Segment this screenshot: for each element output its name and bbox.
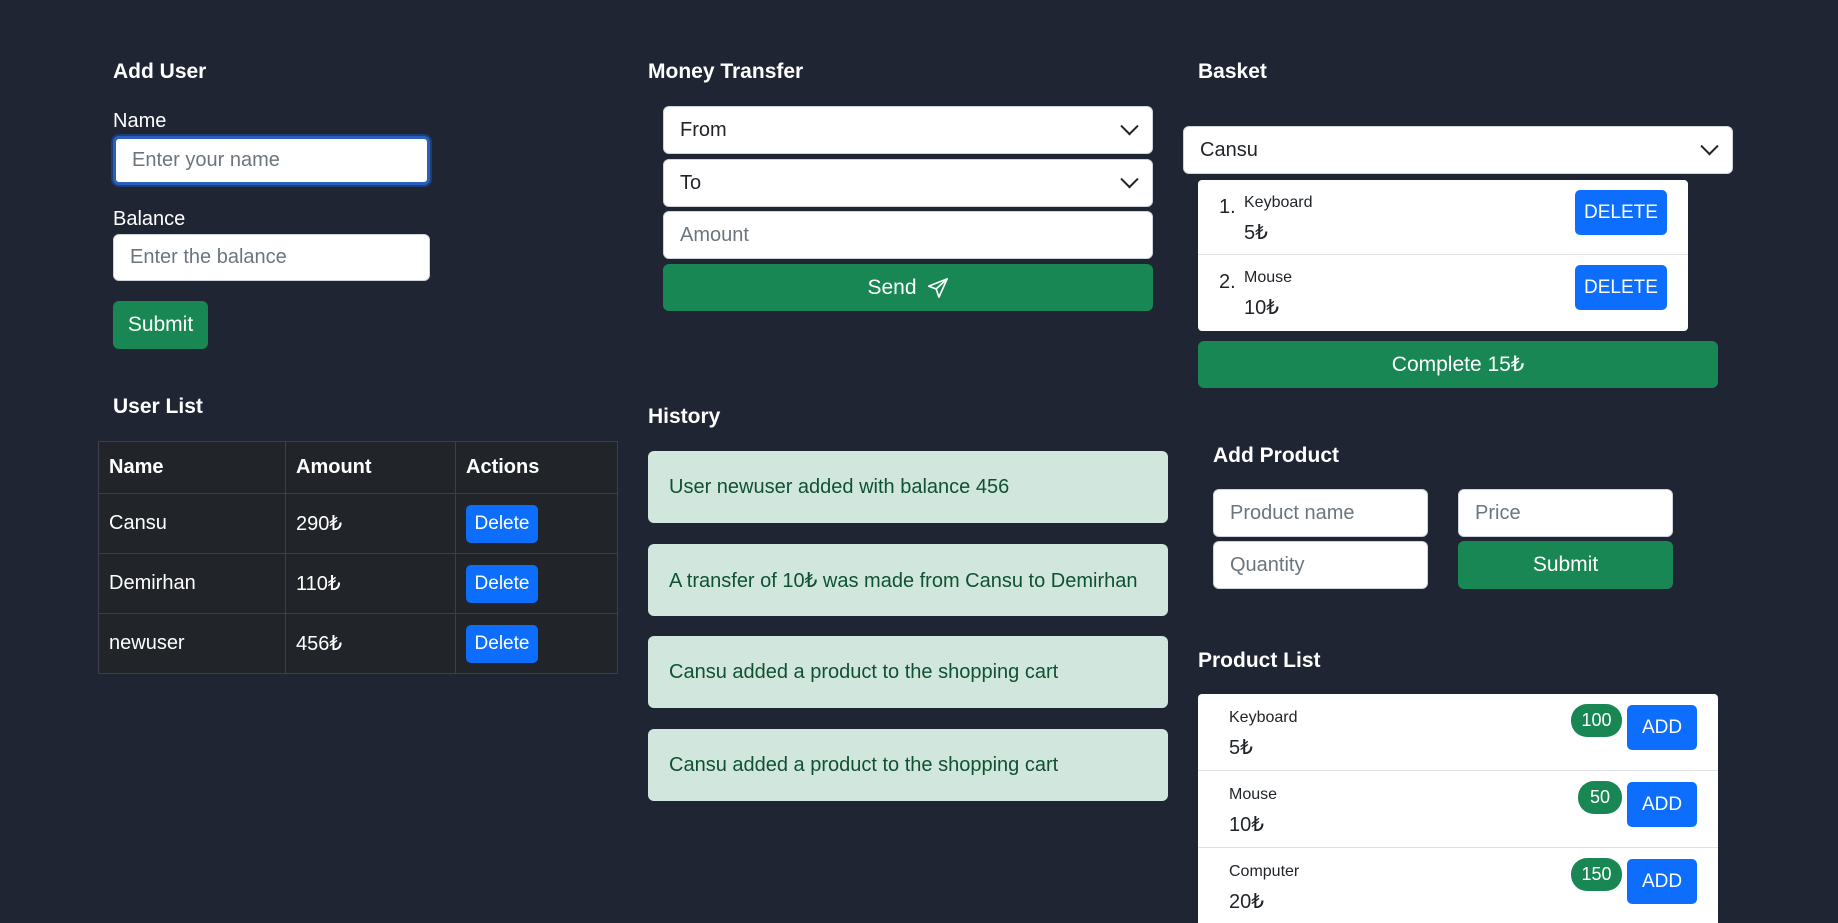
basket-list: 1. Keyboard 5₺ DELETE 2. Mouse 10₺ DELET…: [1198, 180, 1688, 331]
user-list-title: User List: [113, 395, 203, 418]
basket-user-select[interactable]: Cansu: [1183, 126, 1733, 174]
product-price-input[interactable]: Price: [1458, 489, 1673, 537]
table-row: Demirhan 110₺ Delete: [98, 553, 618, 614]
basket-item-name: Mouse: [1244, 269, 1293, 286]
user-name-cell: newuser: [98, 613, 286, 674]
from-select-value: From: [680, 118, 727, 141]
product-price: 10₺: [1229, 814, 1264, 836]
money-transfer-title: Money Transfer: [648, 60, 804, 83]
actions-cell: Delete: [455, 493, 618, 554]
product-name: Keyboard: [1229, 709, 1298, 726]
basket-item-price: 10₺: [1244, 297, 1279, 319]
send-button[interactable]: Send: [663, 264, 1153, 311]
column-header-name: Name: [98, 441, 286, 494]
product-name: Mouse: [1229, 786, 1278, 803]
product-price: 5₺: [1229, 737, 1253, 759]
table-row: Cansu 290₺ Delete: [98, 493, 618, 554]
user-name-cell: Cansu: [98, 493, 286, 554]
list-item: Mouse 10₺ 50 ADD: [1198, 771, 1718, 848]
basket-item-index: 1.: [1219, 196, 1236, 218]
chevron-down-icon: [1120, 169, 1139, 188]
balance-input[interactable]: Enter the balance: [113, 234, 430, 281]
to-select-value: To: [680, 171, 702, 194]
list-item: Keyboard 5₺ 100 ADD: [1198, 694, 1718, 771]
product-quantity-input[interactable]: Quantity: [1213, 541, 1428, 589]
basket-user-value: Cansu: [1200, 138, 1258, 161]
paper-plane-icon: [927, 277, 948, 298]
basket-item-name: Keyboard: [1244, 194, 1313, 211]
user-amount-cell: 456₺: [285, 613, 456, 674]
chevron-down-icon: [1700, 136, 1719, 155]
name-input[interactable]: Enter your name: [113, 136, 430, 185]
name-label: Name: [113, 110, 167, 132]
actions-cell: Delete: [455, 613, 618, 674]
add-to-basket-button[interactable]: ADD: [1627, 859, 1697, 904]
basket-title: Basket: [1198, 60, 1267, 83]
product-list: Keyboard 5₺ 100 ADD Mouse 10₺ 50 ADD Com…: [1198, 694, 1718, 923]
add-product-submit-button[interactable]: Submit: [1458, 541, 1673, 589]
list-item: 1. Keyboard 5₺ DELETE: [1198, 180, 1688, 255]
to-select[interactable]: To: [663, 159, 1153, 207]
history-item: A transfer of 10₺ was made from Cansu to…: [648, 544, 1168, 616]
history-item: Cansu added a product to the shopping ca…: [648, 729, 1168, 801]
send-button-label: Send: [867, 275, 917, 299]
amount-input[interactable]: Amount: [663, 211, 1153, 259]
history-item: Cansu added a product to the shopping ca…: [648, 636, 1168, 708]
user-name-cell: Demirhan: [98, 553, 286, 614]
basket-item-price: 5₺: [1244, 222, 1268, 244]
stock-badge: 50: [1578, 781, 1622, 814]
table-row: newuser 456₺ Delete: [98, 613, 618, 674]
user-amount-cell: 110₺: [285, 553, 456, 614]
chevron-down-icon: [1120, 116, 1139, 135]
user-amount-cell: 290₺: [285, 493, 456, 554]
basket-delete-button[interactable]: DELETE: [1575, 265, 1667, 310]
add-to-basket-button[interactable]: ADD: [1627, 705, 1697, 750]
column-header-actions: Actions: [455, 441, 618, 494]
product-name-input[interactable]: Product name: [1213, 489, 1428, 537]
stock-badge: 100: [1571, 704, 1622, 737]
basket-item-index: 2.: [1219, 271, 1236, 293]
list-item: 2. Mouse 10₺ DELETE: [1198, 255, 1688, 330]
actions-cell: Delete: [455, 553, 618, 614]
stock-badge: 150: [1571, 858, 1622, 891]
add-user-title: Add User: [113, 60, 207, 83]
complete-button[interactable]: Complete 15₺: [1198, 341, 1718, 388]
delete-user-button[interactable]: Delete: [466, 624, 538, 663]
balance-label: Balance: [113, 208, 186, 230]
product-price: 20₺: [1229, 891, 1264, 913]
delete-user-button[interactable]: Delete: [466, 564, 538, 603]
column-header-amount: Amount: [285, 441, 456, 494]
add-user-submit-button[interactable]: Submit: [113, 301, 208, 349]
product-name: Computer: [1229, 863, 1300, 880]
user-table: Name Amount Actions Cansu 290₺ Delete De…: [98, 441, 618, 674]
add-to-basket-button[interactable]: ADD: [1627, 782, 1697, 827]
history-item: User newuser added with balance 456: [648, 451, 1168, 523]
history-title: History: [648, 405, 721, 428]
table-header-row: Name Amount Actions: [98, 441, 618, 494]
delete-user-button[interactable]: Delete: [466, 504, 538, 543]
add-product-title: Add Product: [1213, 444, 1339, 467]
from-select[interactable]: From: [663, 106, 1153, 154]
basket-delete-button[interactable]: DELETE: [1575, 190, 1667, 235]
product-list-title: Product List: [1198, 649, 1321, 672]
list-item: Computer 20₺ 150 ADD: [1198, 848, 1718, 923]
